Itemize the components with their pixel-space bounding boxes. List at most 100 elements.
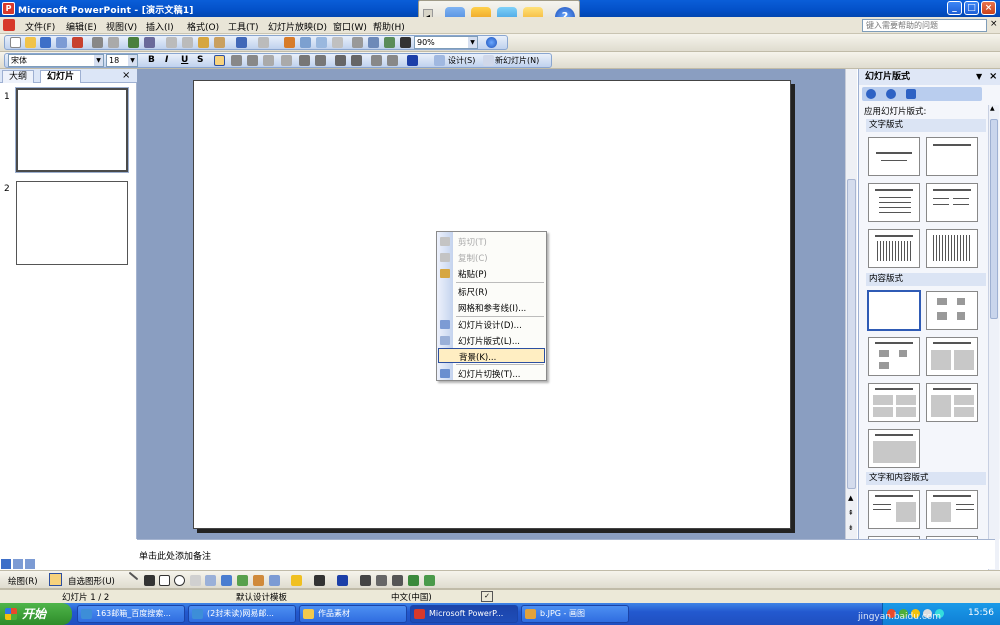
task-browser-2[interactable]: (2封未读)网易邮...: [188, 605, 296, 623]
distribute-icon[interactable]: [263, 55, 274, 66]
format-painter-icon[interactable]: [214, 37, 225, 48]
design-button[interactable]: 设计(S): [448, 55, 475, 66]
3d-style-icon[interactable]: [424, 575, 435, 586]
close-pane-icon[interactable]: ×: [989, 69, 997, 85]
align-right-icon[interactable]: [247, 55, 258, 66]
table-icon[interactable]: [300, 37, 311, 48]
menu-item-grid-guides[interactable]: 网格和参考线(I)...: [437, 300, 546, 315]
layout-content[interactable]: [926, 291, 978, 330]
permission-icon[interactable]: [56, 37, 67, 48]
document-icon[interactable]: [3, 19, 15, 31]
numbering-icon[interactable]: [299, 55, 310, 66]
cut-icon[interactable]: [166, 37, 177, 48]
slide-sorter-icon[interactable]: [13, 559, 23, 569]
bullets-icon[interactable]: [315, 55, 326, 66]
font-color-icon[interactable]: [337, 575, 348, 586]
decrease-indent-icon[interactable]: [371, 55, 382, 66]
align-center-icon[interactable]: [231, 55, 242, 66]
layout-title-text[interactable]: [868, 183, 920, 222]
close-panel-icon[interactable]: ×: [122, 70, 130, 81]
layout-title-slide[interactable]: [868, 137, 920, 176]
menu-window[interactable]: 窗口(W): [333, 20, 367, 33]
wordart-icon[interactable]: [221, 575, 232, 586]
spelling-icon[interactable]: [128, 37, 139, 48]
layout-title-four-content[interactable]: [868, 383, 920, 422]
spellcheck-icon[interactable]: ✓: [481, 591, 493, 602]
bold-button[interactable]: B: [148, 55, 155, 65]
arrow-style-icon[interactable]: [392, 575, 403, 586]
back-icon[interactable]: [866, 89, 876, 99]
scroll-up-icon[interactable]: ▲: [848, 494, 853, 502]
show-formatting-icon[interactable]: [368, 37, 379, 48]
next-slide-icon[interactable]: ⇟: [848, 524, 854, 532]
shadow-button[interactable]: S: [197, 55, 203, 65]
new-icon[interactable]: [10, 37, 21, 48]
scroll-up-icon[interactable]: ▲: [990, 105, 998, 115]
task-browser-1[interactable]: 163邮箱_百度搜索...: [77, 605, 185, 623]
start-button[interactable]: 开始: [0, 603, 72, 625]
menu-item-paste[interactable]: 粘贴(P): [437, 266, 546, 281]
menu-item-slide-design[interactable]: 幻灯片设计(D)...: [437, 317, 546, 332]
previous-slide-icon[interactable]: ⇞: [848, 509, 854, 517]
expand-all-icon[interactable]: [352, 37, 363, 48]
menu-edit[interactable]: 编辑(E): [66, 20, 97, 33]
underline-button[interactable]: U: [181, 55, 188, 65]
menu-item-background[interactable]: 背景(K)...: [438, 348, 545, 363]
minimize-button[interactable]: _: [947, 1, 962, 15]
line-style-icon[interactable]: [360, 575, 371, 586]
slide-scrollbar[interactable]: ▲ ⇞ ⇟: [845, 69, 857, 539]
align-left-icon[interactable]: [214, 55, 225, 66]
scrollbar-thumb[interactable]: [990, 119, 998, 319]
layout-vertical-title-text[interactable]: [926, 229, 978, 268]
layout-title-content[interactable]: [868, 337, 920, 376]
layout-title-two-content-stack[interactable]: [926, 383, 978, 422]
paste-icon[interactable]: [198, 37, 209, 48]
font-size-select[interactable]: 18 ▼: [106, 54, 138, 67]
menu-item-slide-transition[interactable]: 幻灯片切换(T)...: [437, 366, 546, 381]
save-icon[interactable]: [40, 37, 51, 48]
rectangle-icon[interactable]: [159, 575, 170, 586]
grid-icon[interactable]: [384, 37, 395, 48]
shadow-style-icon[interactable]: [408, 575, 419, 586]
tables-borders-icon[interactable]: [316, 37, 327, 48]
close-button[interactable]: ×: [981, 1, 996, 15]
tab-slides[interactable]: 幻灯片: [40, 70, 82, 83]
columns-icon[interactable]: [281, 55, 292, 66]
normal-view-icon[interactable]: [1, 559, 11, 569]
clipart-icon[interactable]: [253, 575, 264, 586]
textbox-icon[interactable]: [190, 575, 201, 586]
layout-two-content[interactable]: [926, 337, 978, 376]
copy-icon[interactable]: [182, 37, 193, 48]
close-doc-icon[interactable]: ×: [990, 19, 998, 29]
oval-icon[interactable]: [174, 575, 185, 586]
print-preview-icon[interactable]: [108, 37, 119, 48]
decrease-font-icon[interactable]: [351, 55, 362, 66]
menu-view[interactable]: 视图(V): [106, 20, 137, 33]
draw-menu-button[interactable]: 绘图(R): [8, 575, 38, 587]
help-question-input[interactable]: 键入需要帮助的问题: [862, 19, 987, 32]
layout-title-content-text[interactable]: [926, 490, 978, 529]
task-paint[interactable]: b.JPG - 画图: [521, 605, 629, 623]
layout-two-column-text[interactable]: [926, 183, 978, 222]
powerpoint-icon[interactable]: P: [2, 2, 15, 15]
home-icon[interactable]: [906, 89, 916, 99]
task-pane-scrollbar[interactable]: ▲: [988, 105, 999, 579]
autoshapes-button[interactable]: 自选图形(U): [68, 575, 115, 587]
maximize-button[interactable]: □: [964, 1, 979, 15]
slide-thumbnail-1[interactable]: [15, 87, 129, 173]
email-icon[interactable]: [72, 37, 83, 48]
picture-icon[interactable]: [269, 575, 280, 586]
menu-tools[interactable]: 工具(T): [228, 20, 259, 33]
line-color-icon[interactable]: [314, 575, 325, 586]
layout-vertical-text[interactable]: [868, 229, 920, 268]
menu-slideshow[interactable]: 幻灯片放映(D): [268, 20, 327, 33]
menu-help[interactable]: 帮助(H): [373, 20, 405, 33]
chart-icon[interactable]: [284, 37, 295, 48]
task-powerpoint[interactable]: Microsoft PowerP...: [410, 605, 518, 623]
layout-title-only[interactable]: [926, 137, 978, 176]
menu-insert[interactable]: 插入(I): [146, 20, 174, 33]
slide-thumbnail-2[interactable]: [16, 181, 128, 265]
task-folder[interactable]: 作品素材: [299, 605, 407, 623]
layout-blank[interactable]: [867, 290, 921, 331]
select-objects-icon[interactable]: [49, 573, 62, 586]
